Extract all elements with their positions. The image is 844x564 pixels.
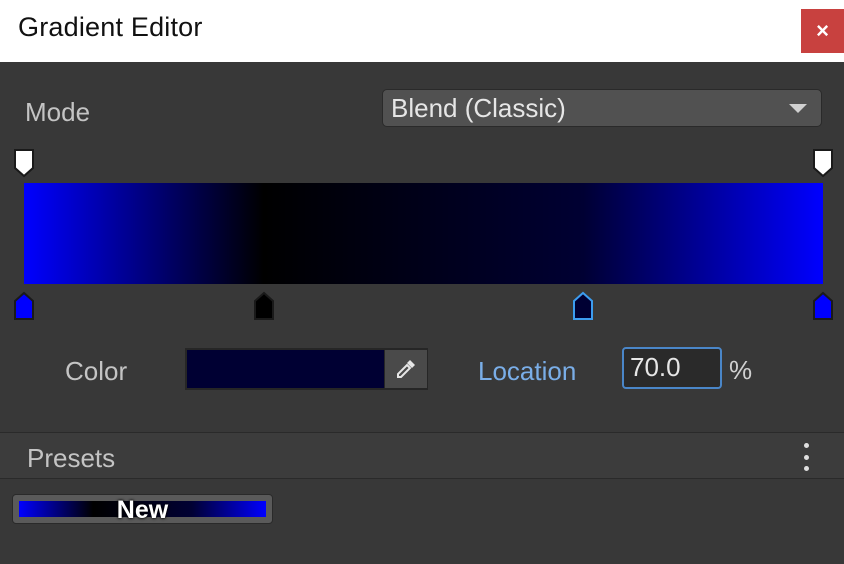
color-key-marker[interactable] — [253, 290, 275, 322]
preset-label: New — [116, 496, 169, 524]
color-label: Color — [65, 356, 128, 386]
presets-title: Presets — [27, 443, 116, 473]
color-key-marker[interactable] — [572, 290, 594, 322]
eyedropper-icon — [397, 360, 415, 378]
color-swatch[interactable] — [187, 350, 384, 388]
mode-dropdown-value: Blend (Classic) — [391, 93, 566, 123]
color-key-marker[interactable] — [812, 290, 834, 322]
preset-item[interactable]: New — [12, 494, 273, 524]
close-icon: × — [816, 18, 829, 43]
kebab-menu-icon[interactable] — [801, 443, 811, 471]
location-input[interactable]: 70.0 — [622, 347, 722, 389]
alpha-key-marker[interactable] — [812, 147, 834, 179]
alpha-key-marker[interactable] — [13, 147, 35, 179]
presets-header: Presets — [0, 433, 844, 478]
title-bar: Gradient Editor × — [0, 0, 844, 62]
color-key-marker[interactable] — [13, 290, 35, 322]
window-title: Gradient Editor — [18, 12, 203, 42]
color-field[interactable] — [185, 348, 428, 390]
mode-label: Mode — [25, 97, 91, 127]
location-unit: % — [729, 355, 753, 385]
close-button[interactable]: × — [801, 9, 844, 53]
divider — [0, 478, 844, 479]
chevron-down-icon — [789, 104, 807, 113]
eyedropper-button[interactable] — [384, 350, 427, 388]
mode-dropdown[interactable]: Blend (Classic) — [382, 89, 822, 127]
gradient-preview[interactable] — [24, 183, 823, 284]
location-label: Location — [478, 356, 577, 386]
gradient-editor-panel — [0, 62, 844, 564]
